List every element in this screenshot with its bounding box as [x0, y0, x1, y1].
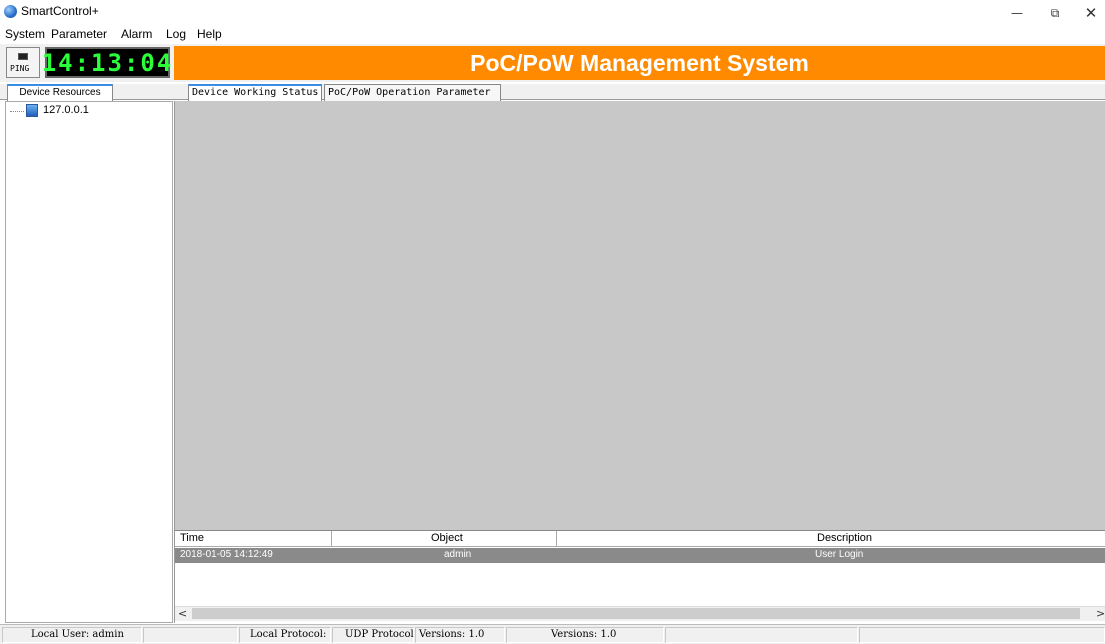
- scroll-right-icon[interactable]: >: [1096, 606, 1105, 621]
- device-tree-panel: [5, 101, 173, 623]
- status-protocol: UDP Protocol: [332, 627, 414, 643]
- tab-operation-parameter[interactable]: PoC/PoW Operation Parameter: [324, 84, 501, 101]
- status-bar: Local User: admin Local Protocol: UDP Pr…: [0, 624, 1105, 644]
- window-title: SmartControl+: [21, 4, 99, 18]
- minimize-button[interactable]: —: [1000, 0, 1034, 26]
- menu-system[interactable]: System: [5, 27, 45, 41]
- tab-device-working-status[interactable]: Device Working Status: [188, 84, 322, 101]
- ping-button[interactable]: PING: [6, 47, 40, 78]
- status-version: Versions: 1.0: [415, 627, 505, 643]
- status-protocol-label: Local Protocol:: [239, 627, 331, 643]
- column-time[interactable]: Time: [180, 532, 204, 544]
- column-description[interactable]: Description: [817, 532, 872, 544]
- restore-button[interactable]: ⧉: [1038, 0, 1072, 26]
- tree-connector: [10, 111, 24, 112]
- menu-bar: System Parameter Alarm Log Help: [0, 26, 1105, 44]
- column-divider[interactable]: [556, 531, 557, 547]
- log-table-header: Time Object Description: [175, 531, 1105, 547]
- scroll-left-icon[interactable]: <: [178, 606, 190, 621]
- computer-icon[interactable]: [26, 104, 38, 117]
- status-cell-empty: [859, 627, 1105, 643]
- cell-description: User Login: [815, 549, 864, 560]
- column-object[interactable]: Object: [431, 532, 463, 544]
- globe-icon: [4, 5, 17, 18]
- menu-log[interactable]: Log: [166, 27, 186, 41]
- menu-help[interactable]: Help: [197, 27, 222, 41]
- status-local-user: Local User: admin: [2, 627, 142, 643]
- status-cell-empty: [143, 627, 238, 643]
- system-banner: PoC/PoW Management System: [174, 46, 1105, 80]
- tree-item-localhost[interactable]: 127.0.0.1: [43, 104, 89, 116]
- cell-time: 2018-01-05 14:12:49: [180, 549, 273, 560]
- status-version: Versions: 1.0: [506, 627, 664, 643]
- tab-device-resources[interactable]: Device Resources: [7, 84, 113, 101]
- digital-clock: 14:13:04: [41, 47, 174, 78]
- cell-object: admin: [444, 549, 472, 560]
- close-button[interactable]: ✕: [1074, 0, 1105, 26]
- menu-parameter[interactable]: Parameter: [51, 27, 107, 41]
- monitor-icon: [18, 53, 28, 60]
- menu-alarm[interactable]: Alarm: [121, 27, 152, 41]
- working-status-canvas: [174, 101, 1105, 530]
- ping-label: PING: [10, 64, 30, 73]
- table-row[interactable]: 2018-01-05 14:12:49 admin User Login: [175, 548, 1105, 563]
- title-bar: SmartControl+ — ⧉ ✕: [0, 0, 1105, 26]
- scrollbar-thumb[interactable]: [192, 608, 1080, 619]
- status-cell-empty: [665, 627, 858, 643]
- column-divider[interactable]: [331, 531, 332, 547]
